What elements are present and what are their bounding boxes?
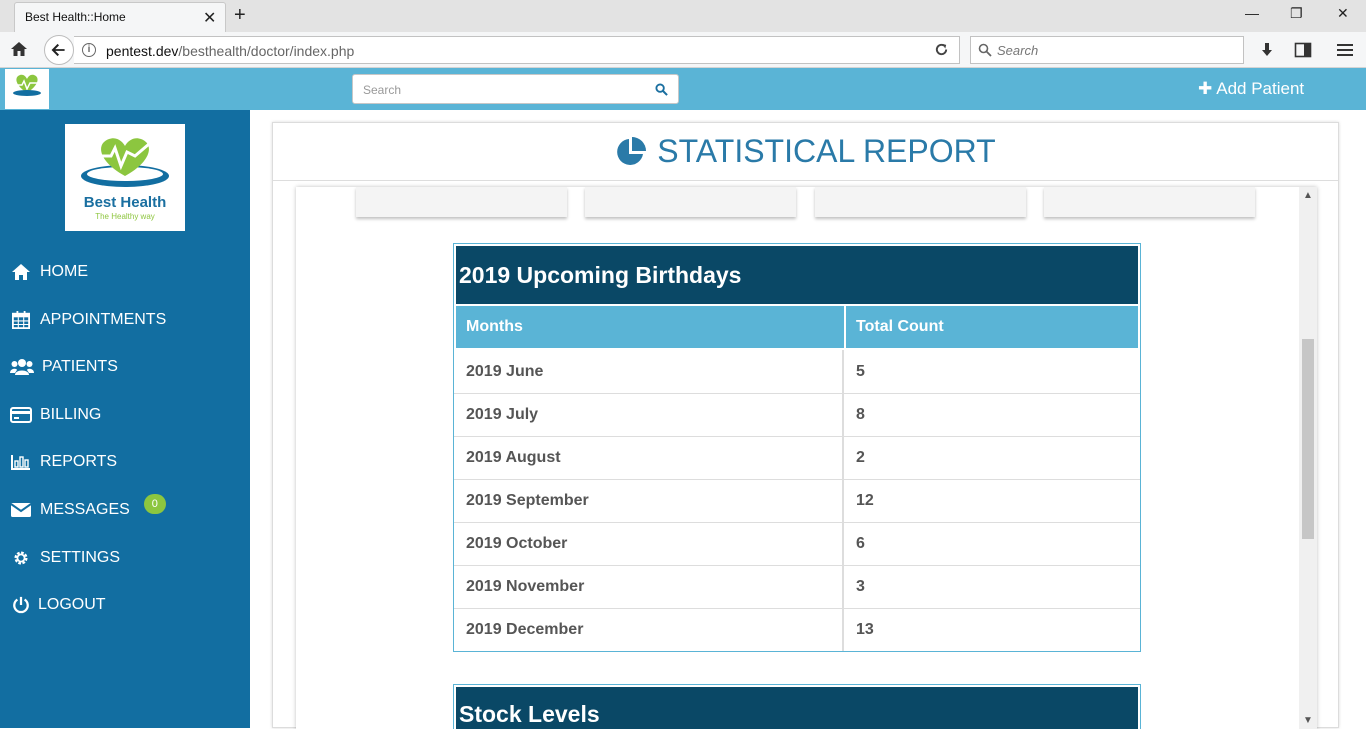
stat-card (585, 187, 796, 217)
month-cell: 2019 July (454, 394, 844, 436)
table-row: 2019 August 2 (454, 436, 1140, 479)
main-content: STATISTICAL REPORT 2019 Upcoming Birthda… (250, 110, 1366, 729)
sidebar-item-settings[interactable]: SETTINGS (10, 545, 120, 571)
messages-count-badge: 0 (143, 494, 166, 514)
sidebar-item-home[interactable]: HOME (10, 259, 88, 285)
stock-levels-title: Stock Levels (454, 685, 1140, 729)
birthdays-table-title: 2019 Upcoming Birthdays (454, 244, 1140, 306)
stat-card (815, 187, 1026, 217)
sidebar-item-messages[interactable]: MESSAGES 0 (10, 494, 166, 523)
count-cell: 8 (856, 406, 865, 423)
count-cell: 3 (856, 578, 865, 595)
month-cell: 2019 December (454, 609, 844, 651)
calendar-icon (12, 311, 30, 329)
table-row: 2019 September 12 (454, 479, 1140, 522)
table-row: 2019 December 13 (454, 608, 1140, 651)
month-cell: 2019 September (454, 480, 844, 522)
brand-logo[interactable]: Best Health The Healthy way (65, 124, 185, 231)
month-cell: 2019 August (454, 437, 844, 479)
count-cell: 13 (856, 621, 874, 638)
home-icon[interactable] (10, 40, 28, 58)
table-row: 2019 July 8 (454, 393, 1140, 436)
users-icon (10, 359, 34, 375)
pie-chart-icon (617, 136, 647, 165)
search-icon[interactable] (655, 83, 668, 96)
url-bar[interactable]: i pentest.dev/besthealth/doctor/index.ph… (74, 36, 960, 64)
tab-title: Best Health::Home (25, 10, 126, 24)
url-text: pentest.dev/besthealth/doctor/index.php (106, 43, 355, 59)
brand-tagline: The Healthy way (95, 212, 155, 221)
birthdays-table: 2019 Upcoming Birthdays Months Total Cou… (453, 243, 1141, 652)
app-search-input[interactable]: Search (352, 74, 679, 104)
power-icon (13, 596, 29, 614)
month-cell: 2019 November (454, 566, 844, 608)
browser-nav-bar: i pentest.dev/besthealth/doctor/index.ph… (0, 32, 1366, 68)
envelope-icon (10, 503, 32, 517)
month-cell: 2019 June (454, 350, 844, 393)
table-row: 2019 June 5 (454, 350, 1140, 393)
report-panel: STATISTICAL REPORT 2019 Upcoming Birthda… (272, 122, 1339, 729)
stock-levels-table: Stock Levels (453, 684, 1141, 729)
home-icon (12, 264, 30, 280)
count-cell: 12 (856, 492, 874, 509)
scroll-down-icon[interactable]: ▼ (1303, 715, 1313, 726)
sidebar-item-billing[interactable]: BILLING (10, 402, 101, 428)
report-scroll-area[interactable]: 2019 Upcoming Birthdays Months Total Cou… (296, 187, 1317, 729)
brand-name: Best Health (83, 194, 167, 211)
sidebar-item-patients[interactable]: PATIENTS (10, 354, 118, 380)
count-cell: 2 (856, 449, 865, 466)
stat-card (356, 187, 567, 217)
table-row: 2019 October 6 (454, 522, 1140, 565)
page-title: STATISTICAL REPORT (657, 133, 996, 169)
search-icon (978, 43, 992, 57)
table-row: 2019 November 3 (454, 565, 1140, 608)
add-patient-button[interactable]: ✚ Add Patient (1198, 79, 1304, 99)
info-icon[interactable]: i (82, 43, 96, 57)
report-header: STATISTICAL REPORT (273, 123, 1338, 181)
reload-icon[interactable] (934, 42, 949, 57)
browser-search-input[interactable]: Search (970, 36, 1244, 64)
table-header: Months Total Count (454, 306, 1140, 350)
logo-heart-icon (81, 138, 169, 187)
sidebar: Best Health The Healthy way HOME APPOINT… (0, 110, 250, 728)
browser-tab-bar: Best Health::Home ✕ + — ❐ ✕ (0, 0, 1366, 32)
column-header-count: Total Count (856, 318, 944, 335)
browser-tab[interactable]: Best Health::Home ✕ (14, 2, 226, 32)
count-cell: 6 (856, 535, 865, 552)
gear-icon (14, 551, 28, 565)
minimize-button[interactable]: — (1245, 5, 1259, 21)
close-window-button[interactable]: ✕ (1337, 5, 1349, 22)
menu-icon[interactable] (1336, 41, 1354, 59)
stat-card (1044, 187, 1255, 217)
credit-card-icon (10, 407, 32, 423)
sidebar-item-appointments[interactable]: APPOINTMENTS (10, 307, 166, 333)
scroll-up-icon[interactable]: ▲ (1303, 190, 1313, 201)
new-tab-button[interactable]: + (234, 4, 246, 27)
bar-chart-icon (11, 455, 30, 470)
scrollbar[interactable]: ▲ ▼ (1299, 187, 1317, 729)
logo-heart-icon (13, 74, 41, 96)
plus-icon: ✚ (1198, 79, 1213, 98)
sidebar-item-reports[interactable]: REPORTS (10, 449, 117, 475)
column-header-months: Months (456, 306, 846, 348)
tab-close-icon[interactable]: ✕ (203, 8, 216, 28)
count-cell: 5 (856, 362, 865, 380)
restore-button[interactable]: ❐ (1290, 5, 1303, 22)
download-icon[interactable] (1258, 41, 1276, 59)
app-header: Search ✚ Add Patient (0, 68, 1366, 110)
back-button[interactable] (44, 35, 74, 65)
scrollbar-thumb[interactable] (1302, 339, 1314, 539)
header-logo[interactable] (5, 69, 49, 109)
sidebar-toggle-icon[interactable] (1294, 41, 1312, 59)
month-cell: 2019 October (454, 523, 844, 565)
sidebar-item-logout[interactable]: LOGOUT (10, 592, 106, 618)
arrow-left-icon (51, 43, 65, 57)
